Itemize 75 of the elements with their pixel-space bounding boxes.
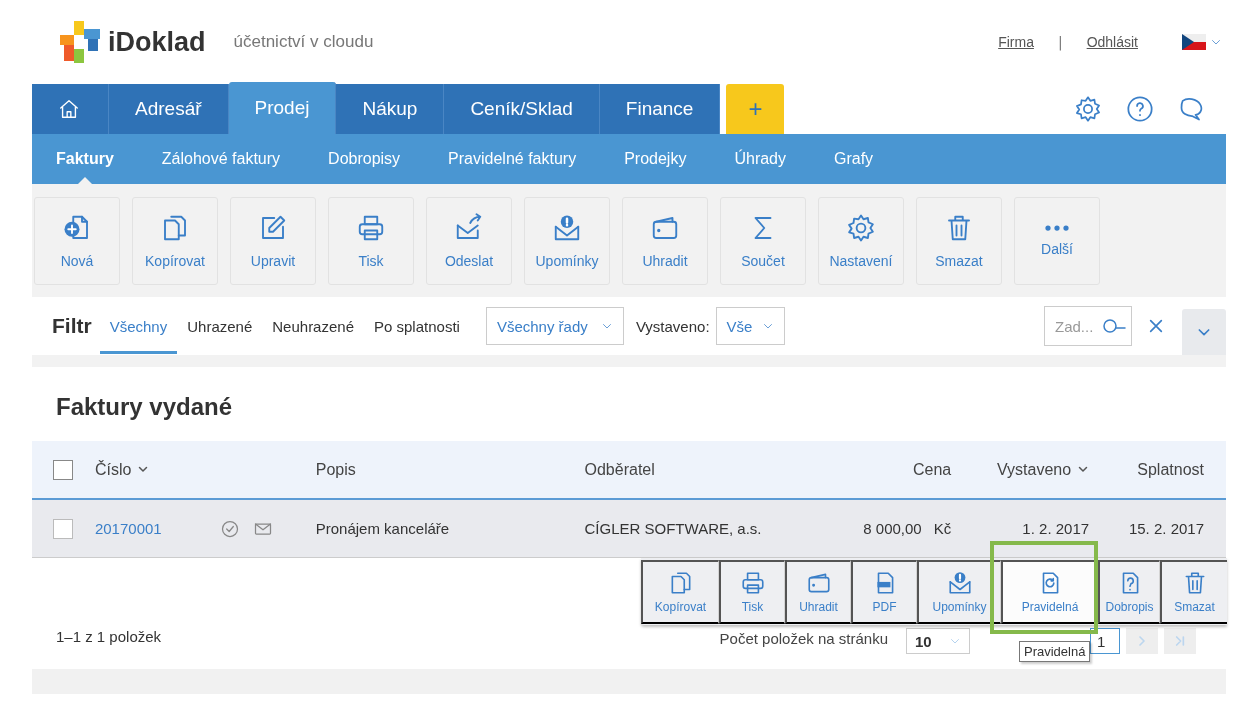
sub-tab[interactable]: Zálohové faktury xyxy=(161,134,281,184)
row-action-button[interactable]: PDF xyxy=(851,559,917,624)
toolbar-button[interactable]: Součet xyxy=(720,196,806,285)
tagline: účetnictví v cloudu xyxy=(233,32,374,52)
filter-title: Filtr xyxy=(52,314,92,338)
filter-tab[interactable]: Všechny xyxy=(99,298,178,354)
envelope-alert-icon xyxy=(946,569,973,596)
column-header[interactable]: Číslo xyxy=(94,460,150,479)
printer-icon xyxy=(739,569,766,596)
toolbar-button[interactable]: Kopírovat xyxy=(132,196,218,285)
toolbar-button[interactable]: Nastavení xyxy=(818,196,904,285)
toolbar-button[interactable]: Upomínky xyxy=(524,196,610,285)
toolbar-button[interactable]: Odeslat xyxy=(426,196,512,285)
issued-label: Vystaveno: xyxy=(635,317,710,335)
filter-tab[interactable]: Uhrazené xyxy=(177,298,263,354)
column-header[interactable]: Odběratel xyxy=(584,460,655,478)
row-action-button[interactable]: Smazat xyxy=(1160,559,1227,624)
logo-text: iDoklad xyxy=(108,26,206,58)
nav-tab[interactable]: Finance xyxy=(599,84,721,134)
nav-tab[interactable]: Nákup xyxy=(336,84,445,134)
column-header[interactable]: Splatnost xyxy=(1137,460,1204,479)
row-action-button[interactable]: Uhradit xyxy=(785,559,851,624)
nav-tab[interactable]: Adresář xyxy=(109,84,229,134)
header-link[interactable]: Odhlásit xyxy=(1086,34,1138,50)
settings-icon[interactable] xyxy=(1074,95,1102,123)
sub-tab[interactable]: Úhrady xyxy=(734,134,786,184)
series-dropdown[interactable]: Všechny řady xyxy=(485,307,624,345)
table-cell: Kč xyxy=(933,520,952,537)
table-cell: Pronájem kanceláře xyxy=(315,520,450,537)
search-field[interactable]: Zad... xyxy=(1044,306,1132,346)
column-header[interactable]: Vystaveno xyxy=(996,460,1090,479)
tooltip: Pravidelná xyxy=(1019,641,1091,662)
separator: | xyxy=(1057,34,1063,50)
select-all-checkbox[interactable] xyxy=(53,459,74,480)
toolbar-button[interactable]: Upravit xyxy=(230,196,316,285)
nav-tab[interactable]: Ceník/Sklad xyxy=(444,84,600,134)
toolbar-button[interactable]: Nová xyxy=(34,196,120,285)
row-action-button[interactable]: Tisk xyxy=(719,559,785,624)
sub-tab[interactable]: Pravidelné faktury xyxy=(448,134,577,184)
invoice-number-link[interactable]: 20170001 xyxy=(94,520,162,537)
filter-tab[interactable]: Po splatnosti xyxy=(364,298,470,354)
sub-tab[interactable]: Dobropisy xyxy=(328,134,401,184)
nav-tab[interactable]: Prodej xyxy=(228,82,337,134)
header-link[interactable]: Firma xyxy=(998,34,1034,50)
column-header[interactable]: Cena xyxy=(912,460,952,479)
toolbar-button[interactable]: Tisk xyxy=(328,196,414,285)
per-page-dropdown[interactable]: 10 xyxy=(906,628,970,654)
filter-tab[interactable]: Neuhrazené xyxy=(262,298,364,354)
home-icon xyxy=(58,98,80,120)
table-cell: CÍGLER SOFTWARE, a.s. xyxy=(584,520,762,537)
table-cell: 8 000,00 xyxy=(863,520,922,537)
gear-icon xyxy=(846,212,876,243)
row-action-button[interactable]: Kopírovat xyxy=(641,559,719,624)
toolbar-button[interactable]: Uhradit xyxy=(622,196,708,285)
row-action-button[interactable]: Dobropis xyxy=(1098,559,1160,624)
add-button[interactable]: + xyxy=(726,84,785,134)
close-icon[interactable] xyxy=(1148,318,1164,334)
flag-icon[interactable] xyxy=(1182,34,1206,50)
sub-tab[interactable]: Grafy xyxy=(834,134,874,184)
toolbar-button[interactable]: Další xyxy=(1014,196,1100,285)
home-tab[interactable] xyxy=(32,84,109,134)
logo-icon xyxy=(60,21,102,63)
issued-dropdown[interactable]: Vše xyxy=(715,307,786,345)
per-page-label: Počet položek na stránku xyxy=(719,630,888,647)
section-title: Faktury vydané xyxy=(56,393,234,422)
table-cell: 1. 2. 2017 xyxy=(1022,520,1090,537)
table-cell: 15. 2. 2017 xyxy=(1128,520,1204,537)
item-count: 1–1 z 1 položek xyxy=(56,628,162,645)
search-icon xyxy=(1102,317,1126,335)
sub-tab[interactable]: Prodejky xyxy=(624,134,687,184)
help-icon[interactable] xyxy=(1126,95,1154,123)
column-header[interactable]: Popis xyxy=(315,460,356,478)
row-checkbox[interactable] xyxy=(53,518,74,539)
dots-icon xyxy=(1045,224,1069,231)
toolbar-button[interactable]: Smazat xyxy=(916,196,1002,285)
